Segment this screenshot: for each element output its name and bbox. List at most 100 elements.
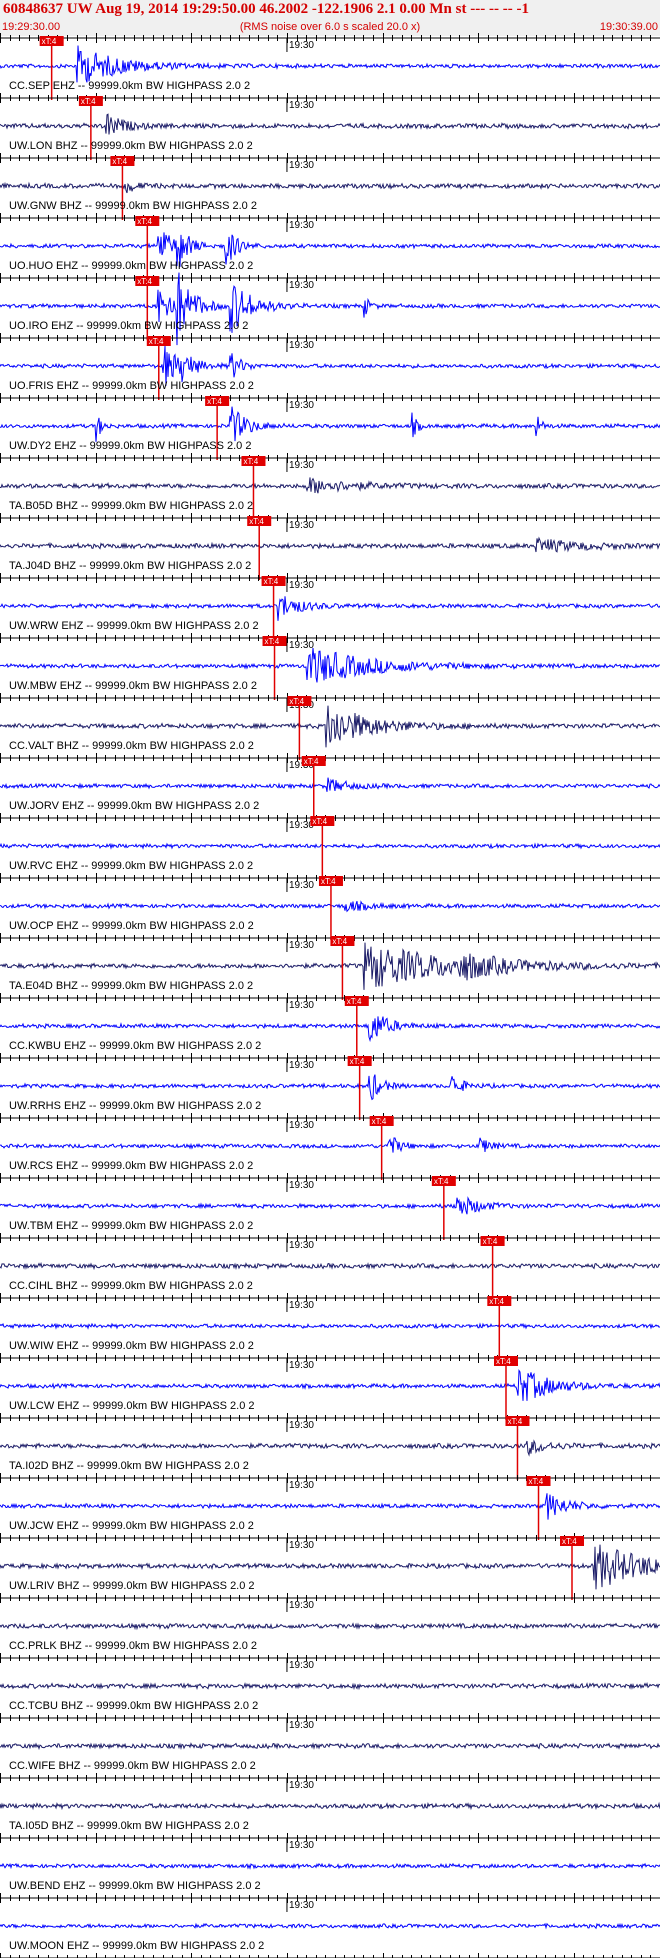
pick-label: xT:4	[483, 1237, 498, 1246]
trace-group: 19:30xT:4CC.VALT BHZ -- 99999.0km BW HIG…	[0, 693, 660, 760]
waveform	[0, 1742, 660, 1751]
pick-label: xT:4	[507, 1417, 522, 1426]
station-label: UW.MOON EHZ -- 99999.0km BW HIGHPASS 2.0…	[9, 1940, 264, 1952]
trace-group: 19:30 xT:4 CC.CIHL BHZ -- 99999.0km BW HIG…	[0, 1233, 660, 1300]
minute-tick-label: 19:30	[289, 40, 314, 51]
station-label: CC.VALT BHZ -- 99999.0km BW HIGHPASS 2.0…	[9, 740, 254, 752]
station-label: CC.CIHL BHZ -- 99999.0km BW HIGHPASS 2.0…	[9, 1280, 253, 1292]
minute-tick-label: 19:30	[289, 1840, 314, 1851]
pick-label: xT:4	[489, 1297, 504, 1306]
trace-group: 19:30 xT:4 UW.WRW EHZ -- 99999.0km BW HIGH…	[0, 573, 660, 640]
trace-group: 19:30 xT:4 UW.LRIV BHZ -- 99999.0km BW HIG…	[0, 1533, 660, 1600]
pick-label: xT:4	[350, 1057, 365, 1066]
station-label: UW.JCW EHZ -- 99999.0km BW HIGHPASS 2.0 …	[9, 1520, 254, 1532]
station-label: CC.SEP EHZ -- 99999.0km BW HIGHPASS 2.0 …	[9, 80, 250, 92]
trace-group: 19:30 CC.WIFE BHZ -- 99999.0km BW HIGHPAS…	[0, 1713, 660, 1772]
minute-tick-label: 19:30	[289, 1720, 314, 1731]
waveform	[0, 1074, 660, 1101]
time-axis-ticks	[0, 1953, 660, 1958]
pick-label: xT:4	[562, 1537, 577, 1546]
waveform	[0, 1493, 660, 1520]
station-label: TA.J04D BHZ -- 99999.0km BW HIGHPASS 2.0…	[9, 560, 251, 572]
minute-tick-label: 19:30	[289, 1240, 314, 1251]
minute-tick-label: 19:30	[289, 1420, 314, 1431]
waveform	[0, 842, 660, 850]
pick-label: xT:4	[289, 697, 304, 706]
pick-label: xT:4	[137, 217, 152, 226]
station-label: CC.KWBU EHZ -- 99999.0km BW HIGHPASS 2.0…	[9, 1040, 261, 1052]
pick-label: xT:4	[332, 937, 347, 946]
trace-group: 19:30xT:4UW.RVC EHZ -- 99999.0km BW HIGH…	[0, 813, 660, 880]
minute-tick-label: 19:30	[289, 1000, 314, 1011]
waveform	[0, 1801, 660, 1811]
station-label: UW.DY2 EHZ -- 99999.0km BW HIGHPASS 2.0 …	[9, 440, 251, 452]
waveform	[0, 900, 660, 913]
waveform	[0, 1196, 660, 1215]
minute-tick-label: 19:30	[289, 1540, 314, 1551]
minute-tick-label: 19:30	[289, 280, 314, 291]
pick-label: xT:4	[304, 757, 319, 766]
waveform	[0, 1137, 660, 1153]
minute-tick-label: 19:30	[289, 1900, 314, 1911]
trace-group: 19:30 xT:4 TA.B05D BHZ -- 99999.0km BW HIG…	[0, 453, 660, 520]
trace-group: 19:30xT:4UW.JORV EHZ -- 99999.0km BW HIG…	[0, 753, 660, 820]
pick-label: xT:4	[137, 277, 152, 286]
station-label: TA.I05D BHZ -- 99999.0km BW HIGHPASS 2.0…	[9, 1820, 249, 1832]
waveform	[0, 1681, 660, 1691]
minute-tick-label: 19:30	[289, 460, 314, 471]
waveform	[0, 181, 660, 194]
minute-tick-label: 19:30	[289, 1360, 314, 1371]
station-label: UW.RRHS EHZ -- 99999.0km BW HIGHPASS 2.0…	[9, 1100, 261, 1112]
pick-label: xT:4	[321, 877, 336, 886]
minute-tick-label: 19:30	[289, 640, 314, 651]
minute-tick-label: 19:30	[289, 400, 314, 411]
trace-group: 19:30 CC.TCBU BHZ -- 99999.0km BW HIGHPAS…	[0, 1653, 660, 1712]
station-label: CC.PRLK BHZ -- 99999.0km BW HIGHPASS 2.0…	[9, 1640, 257, 1652]
waveform	[0, 45, 660, 83]
pick-label: xT:4	[112, 157, 127, 166]
station-label: TA.B05D BHZ -- 99999.0km BW HIGHPASS 2.0…	[9, 500, 253, 512]
trace-group: 19:30 xT:4 UO.HUO EHZ -- 99999.0km BW HIGH…	[0, 213, 660, 280]
trace-group: 19:30 xT:4 UW.GNW BHZ -- 99999.0km BW HIGH…	[0, 153, 660, 220]
waveform	[0, 1439, 660, 1457]
minute-tick-label: 19:30	[289, 1600, 314, 1611]
minute-tick-label: 19:30	[289, 1180, 314, 1191]
minute-tick-label: 19:30	[289, 220, 314, 231]
trace-group: 19:30 xT:4 UW.RCS EHZ -- 99999.0km BW HIGH…	[0, 1113, 660, 1180]
trace-group: 19:30 xT:4 UO.FRIS EHZ -- 99999.0km BW HIG…	[0, 333, 660, 400]
minute-tick-label: 19:30	[289, 1060, 314, 1071]
trace-group: 19:30 TA.I05D BHZ -- 99999.0km BW HIGHPAS…	[0, 1773, 660, 1832]
waveform	[0, 536, 660, 553]
pick-label: xT:4	[149, 337, 164, 346]
station-label: TA.E04D BHZ -- 99999.0km BW HIGHPASS 2.0…	[9, 980, 253, 992]
waveform	[0, 272, 660, 346]
trace-group: 19:30 xT:4 UW.TBM EHZ -- 99999.0km BW HIGH…	[0, 1173, 660, 1240]
trace-group: 19:30 xT:4 UW.DY2 EHZ -- 99999.0km BW HIGH…	[0, 393, 660, 460]
waveform	[0, 1261, 660, 1271]
station-label: UO.FRIS EHZ -- 99999.0km BW HIGHPASS 2.0…	[9, 380, 254, 392]
trace-group: 19:30 xT:4 UW.MBW EHZ -- 99999.0km BW HIGH…	[0, 633, 660, 700]
trace-group: 19:30 xT:4 UW.RRHS EHZ -- 99999.0km BW HIG…	[0, 1053, 660, 1120]
station-label: UW.WRW EHZ -- 99999.0km BW HIGHPASS 2.0 …	[9, 620, 259, 632]
pick-label: xT:4	[434, 1177, 449, 1186]
station-label: CC.TCBU BHZ -- 99999.0km BW HIGHPASS 2.0…	[9, 1700, 258, 1712]
waveform	[0, 1622, 660, 1631]
trace-group: 19:30 xT:4 UO.IRO EHZ -- 99999.0km BW HIGH…	[0, 272, 660, 346]
minute-tick-label: 19:30	[289, 1480, 314, 1491]
pick-label: xT:4	[249, 517, 264, 526]
trace-group: 19:30	[0, 1953, 660, 1958]
minute-tick-label: 19:30	[289, 100, 314, 111]
station-label: UW.WIW EHZ -- 99999.0km BW HIGHPASS 2.0 …	[9, 1340, 254, 1352]
minute-tick-label: 19:30	[289, 160, 314, 171]
trace-group: 19:30 xT:4 CC.SEP EHZ -- 99999.0km BW HIGH…	[0, 33, 660, 100]
trace-group: 19:30 xT:4 TA.J04D BHZ -- 99999.0km BW HIG…	[0, 513, 660, 580]
station-label: CC.WIFE BHZ -- 99999.0km BW HIGHPASS 2.0…	[9, 1760, 256, 1772]
station-label: UW.OCP EHZ -- 99999.0km BW HIGHPASS 2.0 …	[9, 920, 254, 932]
station-label: UW.TBM EHZ -- 99999.0km BW HIGHPASS 2.0 …	[9, 1220, 253, 1232]
pick-label: xT:4	[312, 817, 327, 826]
waveform	[0, 113, 660, 135]
waveform	[0, 1322, 660, 1330]
station-label: TA.I02D BHZ -- 99999.0km BW HIGHPASS 2.0…	[9, 1460, 249, 1472]
station-label: UW.LRIV BHZ -- 99999.0km BW HIGHPASS 2.0…	[9, 1580, 255, 1592]
pick-label: xT:4	[81, 97, 96, 106]
